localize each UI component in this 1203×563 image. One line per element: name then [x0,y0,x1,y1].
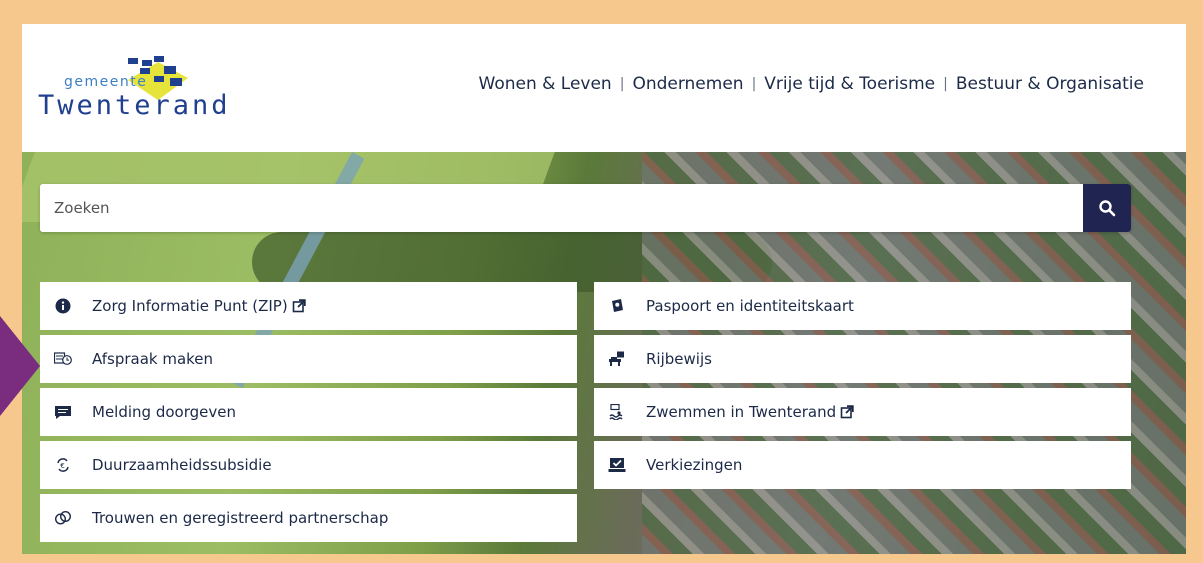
main-nav: Wonen & Leven | Ondernemen | Vrije tijd … [479,74,1145,94]
page-frame: gemeente Twenterand Wonen & Leven | Onde… [22,24,1186,554]
rings-icon [52,510,74,526]
search-icon [1099,200,1116,217]
tile-label: Verkiezingen [646,456,743,474]
logo-small-text: gemeente [64,74,148,90]
tile-label: Trouwen en geregistreerd partnerschap [92,509,389,527]
tile-paspoort[interactable]: Paspoort en identiteitskaart [594,282,1131,330]
tile-melding-doorgeven[interactable]: Melding doorgeven [40,388,577,436]
message-icon [52,405,74,420]
external-link-icon [292,299,306,313]
nav-ondernemen[interactable]: Ondernemen [632,74,743,94]
nav-separator: | [943,76,948,92]
tile-afspraak-maken[interactable]: Afspraak maken [40,335,577,383]
tile-label: Zorg Informatie Punt (ZIP) [92,297,288,315]
passport-icon [606,298,628,314]
tile-label: Paspoort en identiteitskaart [646,297,854,315]
search-input[interactable] [40,184,1083,232]
tile-label: Zwemmen in Twenterand [646,403,837,421]
highlight-arrow [0,316,40,416]
nav-vrije-tijd[interactable]: Vrije tijd & Toerisme [764,74,935,94]
tile-zwemmen[interactable]: Zwemmen in Twenterand [594,388,1131,436]
tile-rijbewijs[interactable]: Rijbewijs [594,335,1131,383]
nav-separator: | [751,76,757,92]
nav-bestuur[interactable]: Bestuur & Organisatie [956,74,1144,94]
tile-verkiezingen[interactable]: Verkiezingen [594,441,1131,489]
search-button[interactable] [1083,184,1131,232]
tile-duurzaamheidssubsidie[interactable]: € Duurzaamheidssubsidie [40,441,577,489]
tile-label: Afspraak maken [92,350,214,368]
tile-zorg-informatie-punt[interactable]: Zorg Informatie Punt (ZIP) [40,282,577,330]
ballot-icon [606,457,628,473]
logo-big-text: Twenterand [38,90,231,121]
nav-separator: | [619,76,625,92]
tile-label: Rijbewijs [646,350,712,368]
tile-trouwen[interactable]: Trouwen en geregistreerd partnerschap [40,494,577,542]
site-logo[interactable]: gemeente Twenterand [38,56,248,126]
calendar-clock-icon [52,352,74,366]
external-link-icon [840,405,854,419]
site-header: gemeente Twenterand Wonen & Leven | Onde… [22,24,1186,152]
driving-icon [606,351,628,367]
tile-label: Duurzaamheidssubsidie [92,456,272,474]
swimming-icon [606,404,628,420]
tile-label: Melding doorgeven [92,403,236,421]
nav-wonen-leven[interactable]: Wonen & Leven [479,74,612,94]
recycle-euro-icon: € [52,457,74,473]
search-bar [40,184,1131,232]
svg-text:€: € [60,462,64,470]
info-icon [52,298,74,314]
